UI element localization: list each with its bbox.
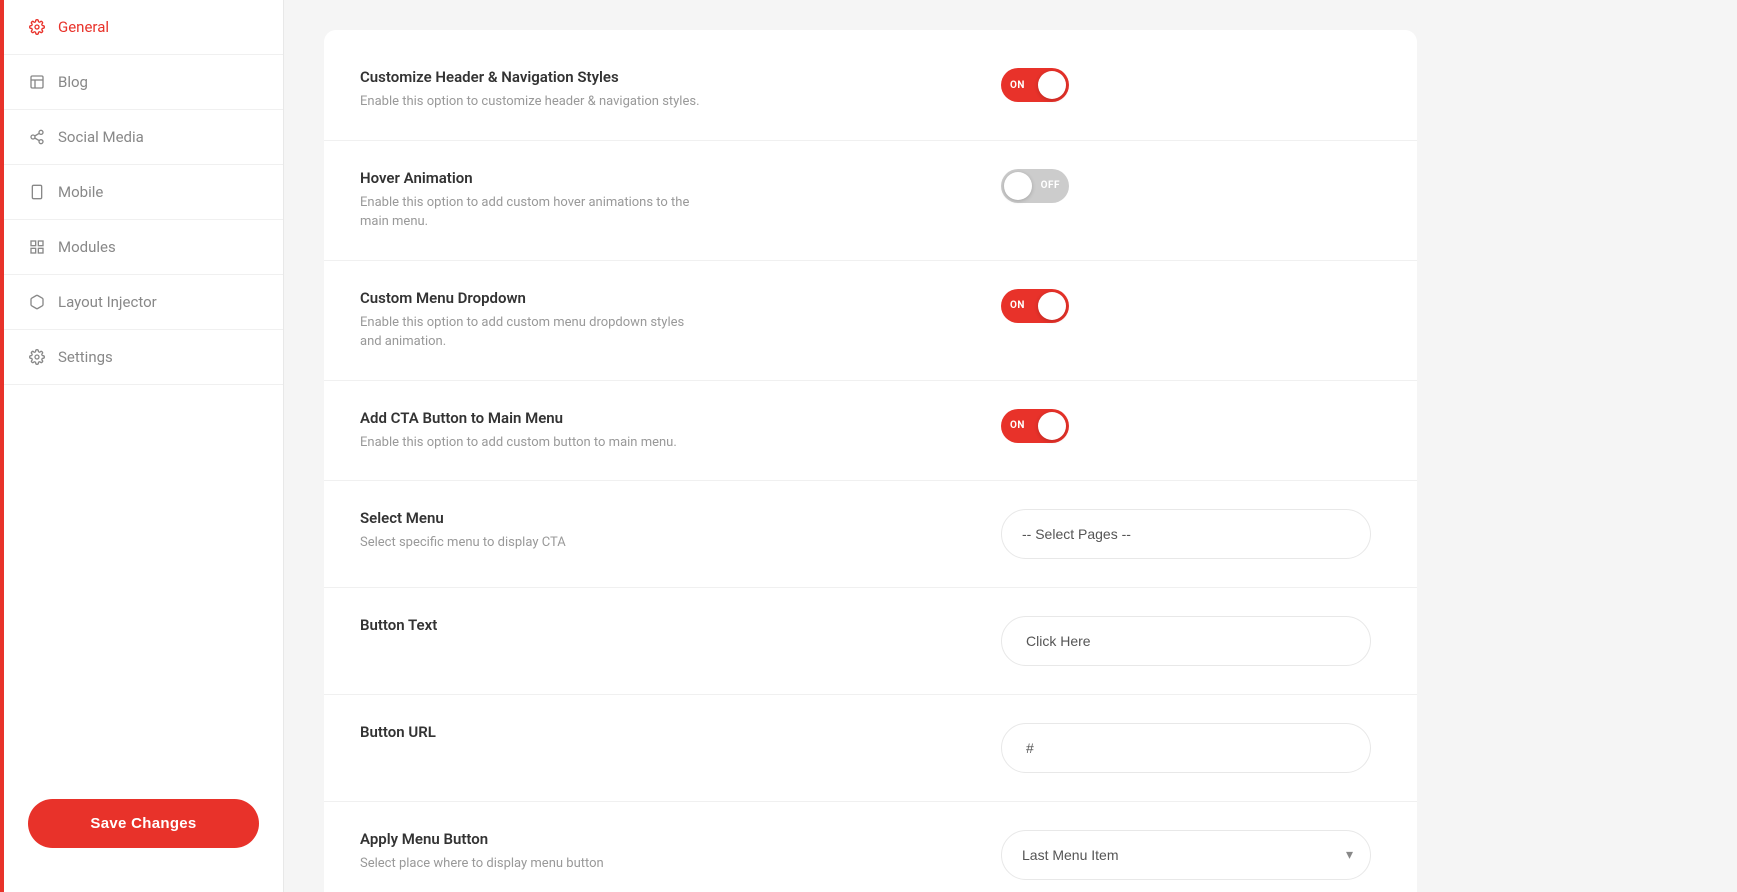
layout-injector-icon (28, 293, 46, 311)
sidebar-label-blog: Blog (58, 73, 88, 91)
setting-row-button-url: Button URL (324, 695, 1417, 802)
select-wrapper-apply-menu-button: Last Menu ItemFirst Menu Item ▾ (1001, 830, 1371, 880)
sidebar-item-mobile[interactable]: Mobile (4, 165, 283, 220)
setting-info-button-url: Button URL (360, 723, 1001, 747)
toggle-wrapper-add-cta-button: ON (1001, 409, 1069, 443)
setting-info-custom-menu-dropdown: Custom Menu Dropdown Enable this option … (360, 289, 1001, 352)
setting-row-button-text: Button Text (324, 588, 1417, 695)
sidebar-item-general[interactable]: General (4, 0, 283, 55)
toggle-track-customize-header: ON (1001, 68, 1069, 102)
setting-info-customize-header: Customize Header & Navigation Styles Ena… (360, 68, 1001, 112)
setting-info-hover-animation: Hover Animation Enable this option to ad… (360, 169, 1001, 232)
setting-label-select-menu: Select Menu (360, 509, 961, 527)
general-icon (28, 18, 46, 36)
toggle-wrapper-customize-header: ON (1001, 68, 1069, 102)
toggle-track-custom-menu-dropdown: ON (1001, 289, 1069, 323)
setting-desc-customize-header: Enable this option to customize header &… (360, 92, 700, 112)
select-select-menu[interactable]: -- Select Pages -- (1001, 509, 1371, 559)
setting-control-button-url (1001, 723, 1381, 773)
setting-desc-select-menu: Select specific menu to display CTA (360, 533, 700, 553)
input-button-url[interactable] (1001, 723, 1371, 773)
toggle-wrapper-hover-animation: OFF (1001, 169, 1069, 203)
sidebar: General Blog Social Media Mobile Modules… (4, 0, 284, 892)
sidebar-label-social-media: Social Media (58, 128, 144, 146)
sidebar-item-social-media[interactable]: Social Media (4, 110, 283, 165)
settings-icon (28, 348, 46, 366)
setting-row-customize-header: Customize Header & Navigation Styles Ena… (324, 40, 1417, 141)
setting-desc-add-cta-button: Enable this option to add custom button … (360, 433, 700, 453)
toggle-customize-header[interactable]: ON (1001, 68, 1069, 102)
select-wrapper-select-menu: -- Select Pages -- (1001, 509, 1371, 559)
sidebar-label-general: General (58, 18, 109, 36)
toggle-off-label: OFF (1041, 180, 1060, 191)
sidebar-nav: General Blog Social Media Mobile Modules… (4, 0, 283, 775)
social-media-icon (28, 128, 46, 146)
setting-desc-custom-menu-dropdown: Enable this option to add custom menu dr… (360, 313, 700, 352)
setting-label-button-url: Button URL (360, 723, 961, 741)
sidebar-item-modules[interactable]: Modules (4, 220, 283, 275)
toggle-wrapper-custom-menu-dropdown: ON (1001, 289, 1069, 323)
setting-desc-hover-animation: Enable this option to add custom hover a… (360, 193, 700, 232)
setting-info-button-text: Button Text (360, 616, 1001, 640)
setting-label-apply-menu-button: Apply Menu Button (360, 830, 961, 848)
toggle-custom-menu-dropdown[interactable]: ON (1001, 289, 1069, 323)
toggle-track-hover-animation: OFF (1001, 169, 1069, 203)
toggle-track-add-cta-button: ON (1001, 409, 1069, 443)
settings-panel: Customize Header & Navigation Styles Ena… (324, 30, 1417, 892)
main-content: Customize Header & Navigation Styles Ena… (284, 0, 1457, 892)
toggle-on-label: ON (1010, 420, 1025, 431)
setting-control-button-text (1001, 616, 1381, 666)
setting-row-hover-animation: Hover Animation Enable this option to ad… (324, 141, 1417, 261)
right-panel (1457, 0, 1737, 892)
modules-icon (28, 238, 46, 256)
setting-control-select-menu: -- Select Pages -- (1001, 509, 1381, 559)
sidebar-item-blog[interactable]: Blog (4, 55, 283, 110)
toggle-thumb-add-cta-button (1038, 412, 1066, 440)
setting-row-apply-menu-button: Apply Menu Button Select place where to … (324, 802, 1417, 892)
toggle-thumb-hover-animation (1004, 172, 1032, 200)
setting-label-hover-animation: Hover Animation (360, 169, 961, 187)
save-changes-button[interactable]: Save Changes (28, 799, 259, 848)
setting-row-select-menu: Select Menu Select specific menu to disp… (324, 481, 1417, 588)
input-button-text[interactable] (1001, 616, 1371, 666)
setting-info-apply-menu-button: Apply Menu Button Select place where to … (360, 830, 1001, 874)
setting-info-select-menu: Select Menu Select specific menu to disp… (360, 509, 1001, 553)
toggle-on-label: ON (1010, 300, 1025, 311)
sidebar-label-layout-injector: Layout Injector (58, 293, 157, 311)
sidebar-item-layout-injector[interactable]: Layout Injector (4, 275, 283, 330)
save-btn-container: Save Changes (4, 775, 283, 872)
setting-control-add-cta-button: ON (1001, 409, 1381, 443)
select-apply-menu-button[interactable]: Last Menu ItemFirst Menu Item (1001, 830, 1371, 880)
setting-label-button-text: Button Text (360, 616, 961, 634)
setting-desc-apply-menu-button: Select place where to display menu butto… (360, 854, 700, 874)
setting-row-custom-menu-dropdown: Custom Menu Dropdown Enable this option … (324, 261, 1417, 381)
toggle-thumb-custom-menu-dropdown (1038, 292, 1066, 320)
setting-control-customize-header: ON (1001, 68, 1381, 102)
sidebar-label-modules: Modules (58, 238, 116, 256)
toggle-on-label: ON (1010, 80, 1025, 91)
toggle-add-cta-button[interactable]: ON (1001, 409, 1069, 443)
toggle-thumb-customize-header (1038, 71, 1066, 99)
setting-label-customize-header: Customize Header & Navigation Styles (360, 68, 961, 86)
setting-row-add-cta-button: Add CTA Button to Main Menu Enable this … (324, 381, 1417, 482)
sidebar-label-mobile: Mobile (58, 183, 103, 201)
toggle-hover-animation[interactable]: OFF (1001, 169, 1069, 203)
setting-info-add-cta-button: Add CTA Button to Main Menu Enable this … (360, 409, 1001, 453)
sidebar-item-settings[interactable]: Settings (4, 330, 283, 385)
blog-icon (28, 73, 46, 91)
setting-control-hover-animation: OFF (1001, 169, 1381, 203)
mobile-icon (28, 183, 46, 201)
setting-label-custom-menu-dropdown: Custom Menu Dropdown (360, 289, 961, 307)
setting-control-custom-menu-dropdown: ON (1001, 289, 1381, 323)
sidebar-label-settings: Settings (58, 348, 113, 366)
setting-label-add-cta-button: Add CTA Button to Main Menu (360, 409, 961, 427)
setting-control-apply-menu-button: Last Menu ItemFirst Menu Item ▾ (1001, 830, 1381, 880)
